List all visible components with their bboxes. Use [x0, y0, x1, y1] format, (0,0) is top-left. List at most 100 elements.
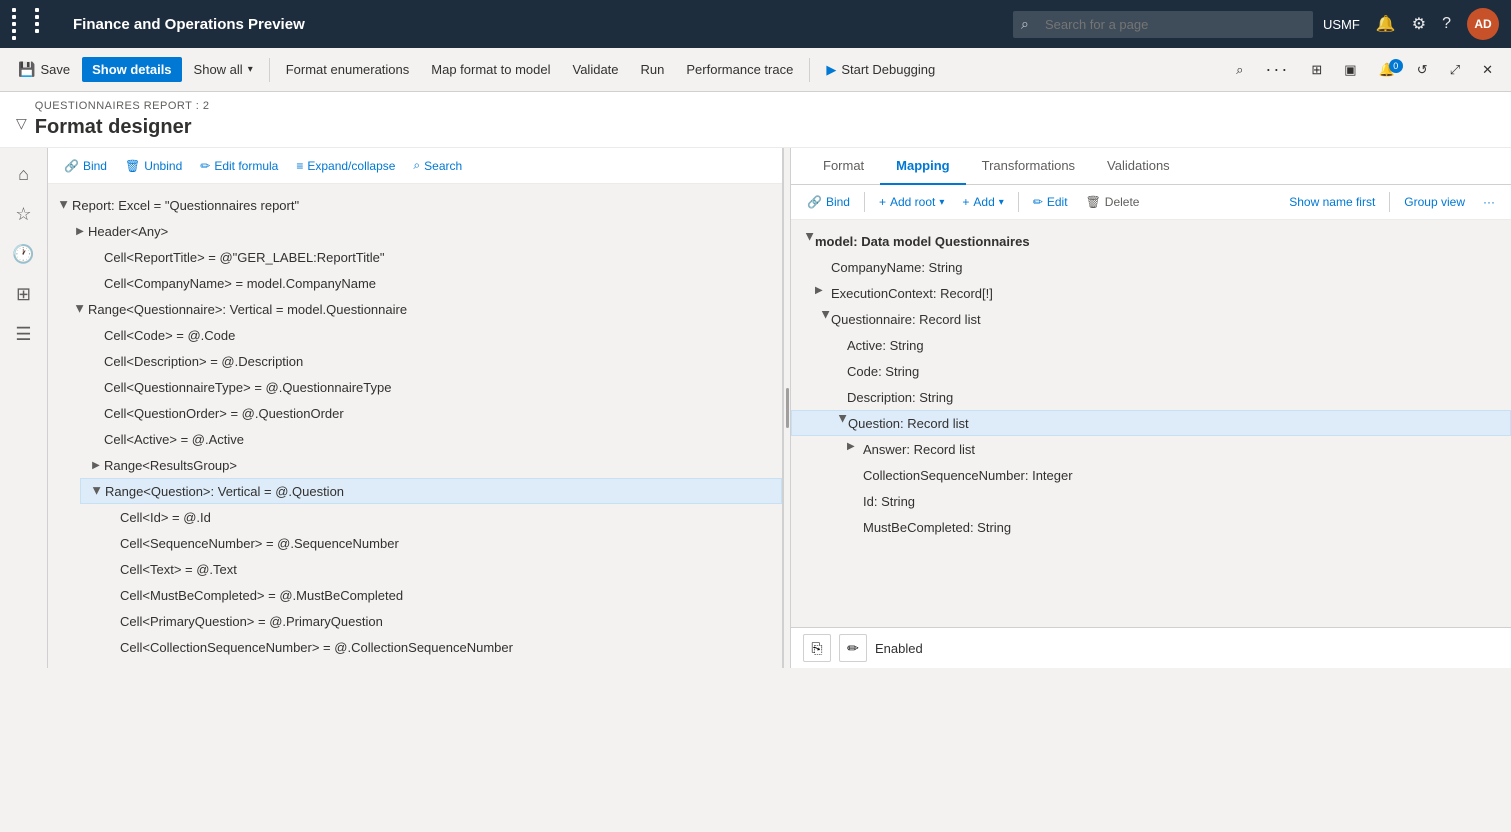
tree-item[interactable]: ▶ Cell<Description> = @.Description	[80, 348, 782, 374]
tree-expand-icon[interactable]: ▶	[72, 223, 88, 239]
tree-item[interactable]: ▶ Cell<PrimaryQuestion> = @.PrimaryQuest…	[96, 608, 782, 634]
recent-icon[interactable]: 🕐	[6, 236, 42, 272]
tree-item[interactable]: ▶ Cell<Text> = @.Text	[96, 556, 782, 582]
separator	[864, 192, 865, 212]
performance-trace-button[interactable]: Performance trace	[676, 57, 803, 82]
filter-icon[interactable]: ▽	[16, 115, 27, 132]
home-icon[interactable]: ⌂	[6, 156, 42, 192]
search-button-left[interactable]: ⌕ Search	[405, 154, 470, 177]
unbind-button[interactable]: 🗑 Unbind	[117, 155, 190, 177]
tab-transformations[interactable]: Transformations	[966, 148, 1091, 185]
validate-button[interactable]: Validate	[563, 57, 629, 82]
splitter[interactable]	[783, 148, 791, 668]
save-button[interactable]: 💾 Save	[8, 56, 80, 83]
tree-expand-icon[interactable]: ▶	[815, 285, 831, 301]
format-enumerations-button[interactable]: Format enumerations	[276, 57, 420, 82]
tree-expand-icon[interactable]: ▶	[72, 301, 88, 317]
separator-2	[1018, 192, 1019, 212]
toolbar-separator-1	[269, 58, 270, 82]
edit-formula-button[interactable]: ✏ Edit formula	[192, 155, 286, 177]
tree-item[interactable]: ▶ Cell<CompanyName> = model.CompanyName	[80, 270, 782, 296]
save-icon: 💾	[18, 61, 35, 78]
start-debugging-button[interactable]: ▶ Start Debugging	[816, 57, 945, 83]
tree-expand-icon[interactable]: ▶	[847, 441, 863, 457]
notification-icon[interactable]: 🔔	[1376, 14, 1396, 34]
tree-item[interactable]: ▶ Header<Any>	[64, 218, 782, 244]
edit-icon-button[interactable]: ✏	[839, 634, 867, 662]
show-all-button[interactable]: Show all ▾	[184, 57, 263, 82]
right-panel-tabs: Format Mapping Transformations Validatio…	[791, 148, 1511, 185]
apps-grid-icon[interactable]	[12, 8, 55, 40]
tree-item[interactable]: ▶ Cell<Code> = @.Code	[80, 322, 782, 348]
more-options-button[interactable]: ···	[1255, 54, 1299, 85]
model-item-question[interactable]: ▶ Question: Record list	[791, 410, 1511, 436]
tree-item[interactable]: ▶ Report: Excel = "Questionnaires report…	[48, 192, 782, 218]
model-item[interactable]: MustBeCompleted: String	[791, 514, 1511, 540]
model-item[interactable]: Id: String	[791, 488, 1511, 514]
tree-item[interactable]: ▶ Range<ResultsGroup>	[80, 452, 782, 478]
show-details-button[interactable]: Show details	[82, 57, 181, 82]
tree-item[interactable]: ▶ Cell<MustBeCompleted> = @.MustBeComple…	[96, 582, 782, 608]
edit-icon: ✏	[200, 159, 210, 173]
company-selector[interactable]: USMF	[1323, 17, 1360, 32]
model-item[interactable]: ▶ model: Data model Questionnaires	[791, 228, 1511, 254]
settings-icon[interactable]: ⚙	[1412, 14, 1426, 34]
tree-expand-icon[interactable]: ▶	[832, 415, 848, 431]
tab-validations[interactable]: Validations	[1091, 148, 1186, 185]
modules-icon[interactable]: ☰	[6, 316, 42, 352]
tree-item[interactable]: ▶ Cell<ReportTitle> = @"GER_LABEL:Report…	[80, 244, 782, 270]
favorites-icon[interactable]: ☆	[6, 196, 42, 232]
map-format-to-model-button[interactable]: Map format to model	[421, 57, 560, 82]
add-root-button[interactable]: + Add root ▾	[871, 191, 952, 213]
grid-view-button[interactable]: ⊞	[1301, 57, 1332, 83]
model-item[interactable]: CompanyName: String	[791, 254, 1511, 280]
model-item[interactable]: ▶ Questionnaire: Record list	[791, 306, 1511, 332]
tree-expand-icon[interactable]: ▶	[815, 311, 831, 327]
expand-collapse-button[interactable]: ≡ Expand/collapse	[288, 155, 403, 177]
search-toolbar-button[interactable]: ⌕	[1226, 57, 1253, 83]
more-options-right-button[interactable]: ···	[1475, 191, 1503, 213]
model-item[interactable]: CollectionSequenceNumber: Integer	[791, 462, 1511, 488]
bind-button-left[interactable]: 🔗 Bind	[56, 155, 115, 177]
group-view-button[interactable]: Group view	[1396, 191, 1473, 213]
bind-button-right[interactable]: 🔗 Bind	[799, 191, 858, 213]
model-item[interactable]: ▶ ExecutionContext: Record[!]	[791, 280, 1511, 306]
tree-item[interactable]: ▶ Cell<Active> = @.Active	[80, 426, 782, 452]
run-button[interactable]: Run	[631, 57, 675, 82]
model-item[interactable]: Description: String	[791, 384, 1511, 410]
panel-toggle-button[interactable]: ▣	[1334, 57, 1366, 83]
tab-mapping[interactable]: Mapping	[880, 148, 965, 185]
tree-expand-icon[interactable]: ▶	[799, 233, 815, 249]
tree-item[interactable]: ▶ Cell<QuestionOrder> = @.QuestionOrder	[80, 400, 782, 426]
add-button[interactable]: + Add ▾	[954, 191, 1011, 213]
tree-expand-icon[interactable]: ▶	[56, 197, 72, 213]
nav-right: USMF 🔔 ⚙ ? AD	[1323, 8, 1499, 40]
panel-icon: ▣	[1344, 62, 1356, 78]
tree-item[interactable]: ▶ Range<Question>: Vertical = @.Question	[80, 478, 782, 504]
show-name-first-button[interactable]: Show name first	[1281, 191, 1383, 213]
tree-expand-icon[interactable]: ▶	[88, 457, 104, 473]
tree-expand-icon[interactable]: ▶	[89, 483, 105, 499]
help-icon[interactable]: ?	[1442, 15, 1451, 33]
badge-button[interactable]: 🔔 0	[1369, 57, 1405, 83]
tree-item[interactable]: ▶ Cell<CollectionSequenceNumber> = @.Col…	[96, 634, 782, 660]
avatar[interactable]: AD	[1467, 8, 1499, 40]
tree-item[interactable]: ▶ Cell<Id> = @.Id	[96, 504, 782, 530]
model-item[interactable]: ▶ Answer: Record list	[791, 436, 1511, 462]
close-button[interactable]: ✕	[1472, 57, 1503, 83]
refresh-button[interactable]: ↺	[1407, 57, 1438, 83]
global-search-input[interactable]	[1013, 11, 1313, 38]
tree-item[interactable]: ▶ Range<Questionnaire>: Vertical = model…	[64, 296, 782, 322]
expand-button[interactable]: ⤢	[1440, 57, 1470, 83]
delete-button[interactable]: 🗑 Delete	[1078, 191, 1148, 213]
tree-item[interactable]: ▶ Cell<QuestionnaireType> = @.Questionna…	[80, 374, 782, 400]
bind-icon: 🔗	[64, 159, 79, 173]
right-panel-toolbar: 🔗 Bind + Add root ▾ + Add ▾ ✏ Edit 🗑 Del	[791, 185, 1511, 220]
workspaces-icon[interactable]: ⊞	[6, 276, 42, 312]
copy-icon-button[interactable]: ⎘	[803, 634, 831, 662]
tab-format[interactable]: Format	[807, 148, 880, 185]
model-item[interactable]: Code: String	[791, 358, 1511, 384]
tree-item[interactable]: ▶ Cell<SequenceNumber> = @.SequenceNumbe…	[96, 530, 782, 556]
model-item[interactable]: Active: String	[791, 332, 1511, 358]
edit-button[interactable]: ✏ Edit	[1025, 191, 1076, 213]
